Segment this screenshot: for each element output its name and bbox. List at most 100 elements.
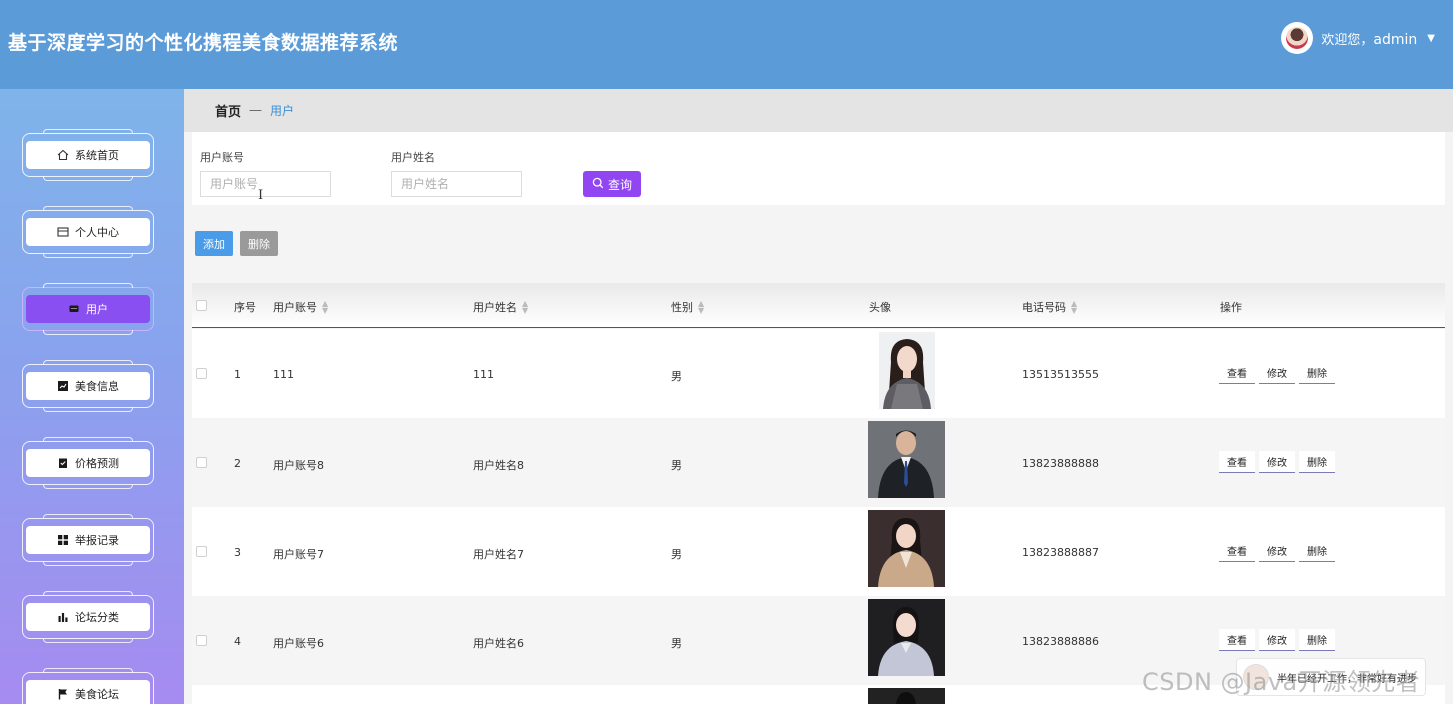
sort-icon[interactable]: ▲ ▼ — [522, 300, 528, 315]
sidebar-item-price-forecast[interactable]: 价格预测 — [22, 437, 154, 489]
user-avatar-photo — [868, 688, 945, 704]
sidebar-item-food-info[interactable]: 美食信息 — [22, 360, 154, 412]
welcome-label: 欢迎您， — [1321, 32, 1374, 48]
account-search-input[interactable] — [200, 171, 331, 197]
view-button[interactable]: 查看 — [1219, 451, 1255, 473]
view-button[interactable]: 查看 — [1219, 540, 1255, 562]
text-cursor-icon: I — [258, 188, 264, 203]
edit-button[interactable]: 修改 — [1259, 629, 1295, 651]
row-checkbox[interactable] — [196, 457, 207, 468]
view-button[interactable]: 查看 — [1219, 629, 1255, 651]
delete-button[interactable]: 删除 — [1299, 629, 1335, 651]
bar-chart-icon — [57, 611, 69, 623]
sidebar-item-users[interactable]: 用户 — [22, 283, 154, 335]
nav-button[interactable]: 用户 — [26, 295, 150, 323]
row-gender: 男 — [671, 548, 682, 561]
row-account: 用户账号7 — [273, 548, 324, 561]
user-avatar[interactable] — [1281, 22, 1314, 54]
edit-button[interactable]: 修改 — [1259, 540, 1295, 562]
breadcrumb: 首页 — 用户 — [184, 89, 1453, 132]
column-label: 操作 — [1220, 301, 1242, 314]
nav-button[interactable]: 个人中心 — [26, 218, 150, 246]
row-name: 111 — [473, 368, 494, 381]
row-phone: 13823888888 — [1022, 457, 1099, 470]
column-phone[interactable]: 电话号码 ▲ ▼ — [1022, 299, 1077, 315]
edit-button[interactable]: 修改 — [1259, 451, 1295, 473]
row-index: 1 — [234, 368, 241, 381]
flag-icon — [57, 688, 69, 700]
sort-icon[interactable]: ▲ ▼ — [1071, 300, 1077, 315]
query-button[interactable]: 查询 — [583, 171, 641, 197]
column-index: 序号 — [234, 299, 256, 315]
name-search-input[interactable] — [391, 171, 522, 197]
nav-button[interactable]: 举报记录 — [26, 526, 150, 554]
user-menu[interactable]: 欢迎您，admin ▼ — [1281, 22, 1435, 54]
row-actions: 查看 修改 删除 — [1219, 451, 1335, 473]
batch-delete-button[interactable]: 删除 — [240, 231, 278, 256]
app-title: 基于深度学习的个性化携程美食数据推荐系统 — [8, 32, 399, 54]
row-name: 用户姓名8 — [473, 459, 524, 472]
table-header: 序号 用户账号 ▲ ▼ 用户姓名 ▲ ▼ 性别 ▲ ▼ 头像 电话号码 ▲ ▼ 操作 — [192, 283, 1445, 328]
table-row: 1 111 111 男 13513513555 查看 修改 删除 — [192, 329, 1445, 418]
welcome-text: 欢迎您，admin — [1321, 29, 1417, 48]
row-index: 4 — [234, 635, 241, 648]
row-name: 用户姓名6 — [473, 637, 524, 650]
breadcrumb-home[interactable]: 首页 — [215, 101, 241, 120]
sidebar-item-profile[interactable]: 个人中心 — [22, 206, 154, 258]
table-row: 2 用户账号8 用户姓名8 男 13823888888 查看 修改 删除 — [192, 418, 1445, 507]
search-panel: 用户账号 用户姓名 查询 — [192, 132, 1445, 205]
user-avatar-photo — [879, 332, 935, 409]
sidebar-item-food-forum[interactable]: 美食论坛 — [22, 668, 154, 704]
nav-button[interactable]: 系统首页 — [26, 141, 150, 169]
sort-icon[interactable]: ▲ ▼ — [322, 300, 328, 315]
table-row: 3 用户账号7 用户姓名7 男 13823888887 查看 修改 删除 — [192, 507, 1445, 596]
view-button[interactable]: 查看 — [1219, 362, 1255, 384]
row-phone: 13823888886 — [1022, 635, 1099, 648]
row-account: 111 — [273, 368, 294, 381]
sidebar-item-label: 美食论坛 — [75, 688, 119, 701]
column-label: 用户姓名 — [473, 301, 517, 314]
delete-button[interactable]: 删除 — [1299, 362, 1335, 384]
sidebar-item-label: 系统首页 — [75, 149, 119, 162]
account-label: 用户账号 — [200, 151, 244, 164]
user-avatar-photo — [868, 599, 945, 676]
row-gender: 男 — [671, 370, 682, 383]
sidebar-item-label: 用户 — [86, 303, 108, 316]
row-actions: 查看 修改 删除 — [1219, 540, 1335, 562]
nav-button[interactable]: 论坛分类 — [26, 603, 150, 631]
sidebar-item-home[interactable]: 系统首页 — [22, 129, 154, 181]
row-gender: 男 — [671, 637, 682, 650]
row-checkbox[interactable] — [196, 368, 207, 379]
column-ops: 操作 — [1220, 299, 1242, 315]
add-button[interactable]: 添加 — [195, 231, 233, 256]
sort-icon[interactable]: ▲ ▼ — [698, 300, 704, 315]
username: admin — [1373, 31, 1418, 48]
column-label: 序号 — [234, 301, 256, 314]
delete-button[interactable]: 删除 — [1299, 451, 1335, 473]
row-actions: 查看 修改 删除 — [1219, 362, 1335, 384]
chat-icon — [68, 303, 80, 315]
column-label: 用户账号 — [273, 301, 317, 314]
row-checkbox[interactable] — [196, 546, 207, 557]
row-checkbox[interactable] — [196, 635, 207, 646]
nav-button[interactable]: 美食论坛 — [26, 680, 150, 704]
select-all-checkbox[interactable] — [196, 300, 207, 311]
sidebar-item-label: 个人中心 — [75, 226, 119, 239]
row-index: 3 — [234, 546, 241, 559]
user-avatar-photo — [868, 510, 945, 587]
row-phone: 13513513555 — [1022, 368, 1099, 381]
edit-button[interactable]: 修改 — [1259, 362, 1295, 384]
column-label: 头像 — [869, 301, 891, 314]
sidebar-item-label: 价格预测 — [75, 457, 119, 470]
search-icon — [592, 177, 604, 192]
nav-button[interactable]: 美食信息 — [26, 372, 150, 400]
chevron-down-icon[interactable]: ▼ — [1427, 33, 1435, 44]
column-account[interactable]: 用户账号 ▲ ▼ — [273, 299, 328, 315]
sidebar-item-reports[interactable]: 举报记录 — [22, 514, 154, 566]
row-account: 用户账号8 — [273, 459, 324, 472]
column-name[interactable]: 用户姓名 ▲ ▼ — [473, 299, 528, 315]
nav-button[interactable]: 价格预测 — [26, 449, 150, 477]
sidebar-item-forum-category[interactable]: 论坛分类 — [22, 591, 154, 643]
delete-button[interactable]: 删除 — [1299, 540, 1335, 562]
column-gender[interactable]: 性别 ▲ ▼ — [671, 299, 704, 315]
